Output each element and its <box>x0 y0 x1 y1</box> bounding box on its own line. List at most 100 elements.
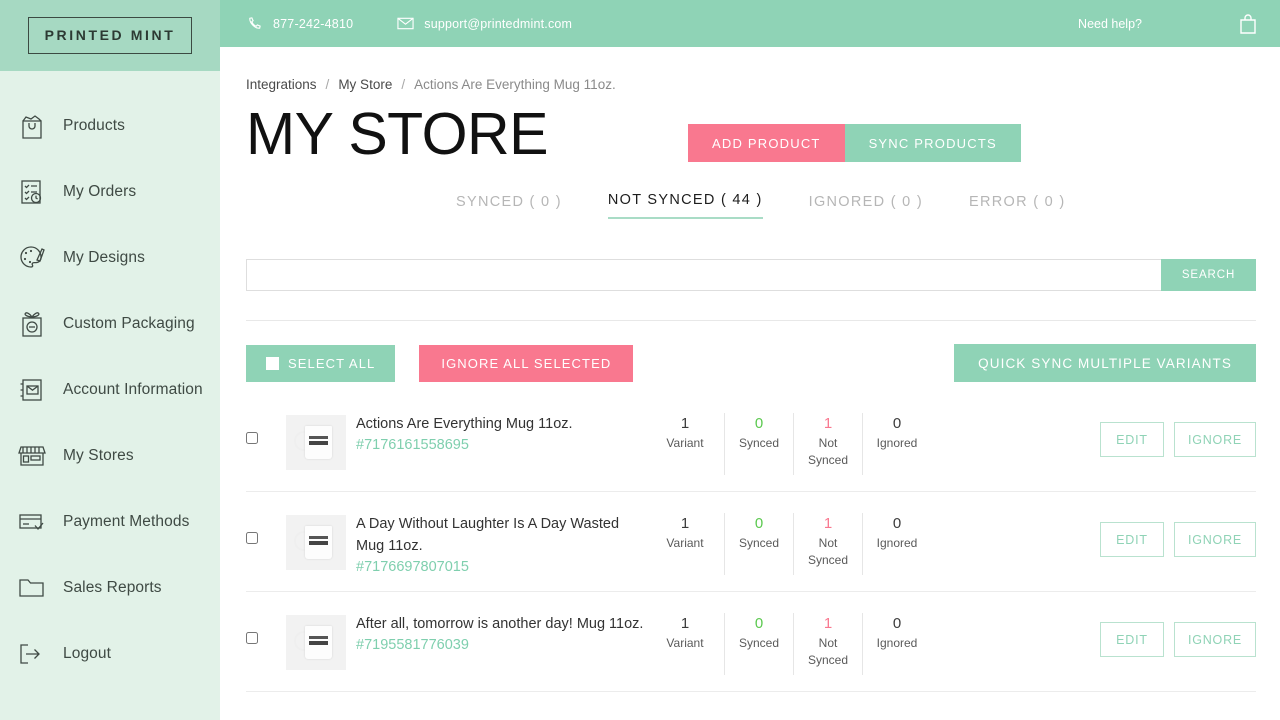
search-input[interactable] <box>246 259 1161 291</box>
page-content: Integrations / My Store / Actions Are Ev… <box>220 77 1280 692</box>
page-title: MY STORE <box>246 101 549 167</box>
stat-label: Variant <box>666 536 704 550</box>
product-info: After all, tomorrow is another day! Mug … <box>346 609 646 653</box>
stat-ignored: 0 Ignored <box>862 613 931 675</box>
search-button[interactable]: SEARCH <box>1161 259 1256 291</box>
edit-button[interactable]: EDIT <box>1100 522 1164 557</box>
sidebar-item-products[interactable]: Products <box>0 93 220 159</box>
row-checkbox[interactable] <box>246 632 258 644</box>
row-checkbox-cell <box>246 609 286 649</box>
product-name: Actions Are Everything Mug 11oz. <box>356 416 573 432</box>
row-actions: EDIT IGNORE <box>931 509 1256 557</box>
quick-sync-multiple-variants-button[interactable]: QUICK SYNC MULTIPLE VARIANTS <box>954 344 1256 382</box>
stat-value: 0 <box>754 615 764 632</box>
stat-synced: 0 Synced <box>724 413 793 475</box>
product-list: Actions Are Everything Mug 11oz. #717616… <box>246 392 1256 692</box>
sidebar-item-label: My Designs <box>63 249 145 266</box>
edit-button[interactable]: EDIT <box>1100 622 1164 657</box>
ignore-all-selected-button[interactable]: IGNORE ALL SELECTED <box>419 344 634 382</box>
stat-not-synced: 1 Not Synced <box>793 613 862 675</box>
sidebar-item-logout[interactable]: Logout <box>0 621 220 687</box>
mug-art-line <box>309 436 328 439</box>
table-row: A Day Without Laughter Is A Day Wasted M… <box>246 492 1256 592</box>
section-divider <box>246 320 1256 321</box>
product-thumbnail <box>286 515 346 570</box>
sync-products-button[interactable]: SYNC PRODUCTS <box>844 124 1021 162</box>
table-row: Actions Are Everything Mug 11oz. #717616… <box>246 392 1256 492</box>
product-name: After all, tomorrow is another day! Mug … <box>356 616 644 632</box>
brand-logo[interactable]: PRINTED MINT <box>27 17 193 54</box>
product-thumbnail <box>286 415 346 470</box>
ignore-button[interactable]: IGNORE <box>1174 522 1256 557</box>
product-stats: 1 Variant 0 Synced 1 Not Synced 0 Ignore… <box>646 409 931 475</box>
sidebar-item-payment-methods[interactable]: Payment Methods <box>0 489 220 555</box>
stat-label: Ignored <box>876 436 918 450</box>
stat-variant: 1 Variant <box>646 513 724 575</box>
sidebar-item-account-information[interactable]: Account Information <box>0 357 220 423</box>
main-area: 877-242-4810 support@printedmint.com Nee… <box>220 0 1280 720</box>
stat-value: 1 <box>680 415 690 432</box>
row-checkbox-cell <box>246 409 286 449</box>
sidebar-item-label: Custom Packaging <box>63 315 195 332</box>
row-checkbox[interactable] <box>246 532 258 544</box>
row-checkbox-cell <box>246 509 286 549</box>
need-help-link[interactable]: Need help? <box>1078 17 1142 31</box>
sidebar-item-custom-packaging[interactable]: Custom Packaging <box>0 291 220 357</box>
stat-label: Not Synced <box>807 636 849 667</box>
email-contact[interactable]: support@printedmint.com <box>397 15 572 32</box>
stat-not-synced: 1 Not Synced <box>793 413 862 475</box>
mug-art-line <box>309 441 328 445</box>
app-root: PRINTED MINT Products My Orders My Desig… <box>0 0 1280 720</box>
product-name: A Day Without Laughter Is A Day Wasted M… <box>356 516 620 554</box>
stat-label: Synced <box>738 636 780 650</box>
breadcrumb-item-integrations[interactable]: Integrations <box>246 77 317 92</box>
envelope-book-icon <box>10 372 54 408</box>
logo-band: PRINTED MINT <box>0 0 220 71</box>
product-id[interactable]: #7176161558695 <box>356 437 646 453</box>
mug-art-line <box>309 541 328 545</box>
stat-label: Variant <box>666 436 704 450</box>
phone-contact[interactable]: 877-242-4810 <box>246 15 353 32</box>
sidebar-item-my-orders[interactable]: My Orders <box>0 159 220 225</box>
add-product-button[interactable]: ADD PRODUCT <box>688 124 845 162</box>
tab-not-synced[interactable]: NOT SYNCED ( 44 ) <box>607 192 763 219</box>
shopping-bag-icon[interactable] <box>1238 13 1258 35</box>
sidebar-item-label: Products <box>63 117 125 134</box>
stat-variant: 1 Variant <box>646 613 724 675</box>
top-header-bar: 877-242-4810 support@printedmint.com Nee… <box>220 0 1280 47</box>
folder-icon <box>10 570 54 606</box>
row-checkbox[interactable] <box>246 432 258 444</box>
sidebar-item-label: Sales Reports <box>63 579 162 596</box>
sidebar-nav: Products My Orders My Designs Custom Pac… <box>0 71 220 687</box>
breadcrumb: Integrations / My Store / Actions Are Ev… <box>246 77 1256 92</box>
envelope-icon <box>397 15 414 32</box>
stat-value: 0 <box>892 415 902 432</box>
stat-value: 0 <box>892 615 902 632</box>
products-bag-icon <box>10 108 54 144</box>
support-email: support@printedmint.com <box>424 16 573 31</box>
tab-synced[interactable]: SYNCED ( 0 ) <box>456 194 562 219</box>
sidebar-item-label: Account Information <box>63 381 203 398</box>
title-row: MY STORE ADD PRODUCT SYNC PRODUCTS <box>246 102 1256 166</box>
edit-button[interactable]: EDIT <box>1100 422 1164 457</box>
stat-value: 0 <box>754 515 764 532</box>
tab-error[interactable]: ERROR ( 0 ) <box>969 194 1065 219</box>
product-id[interactable]: #7176697807015 <box>356 559 646 575</box>
stat-ignored: 0 Ignored <box>862 513 931 575</box>
breadcrumb-item-my-store[interactable]: My Store <box>338 77 392 92</box>
sidebar-item-my-stores[interactable]: My Stores <box>0 423 220 489</box>
sidebar-item-sales-reports[interactable]: Sales Reports <box>0 555 220 621</box>
stat-value: 1 <box>823 415 833 432</box>
ignore-button[interactable]: IGNORE <box>1174 422 1256 457</box>
product-info: Actions Are Everything Mug 11oz. #717616… <box>346 409 646 453</box>
mug-art-line <box>309 536 328 539</box>
sidebar: PRINTED MINT Products My Orders My Desig… <box>0 0 220 720</box>
select-all-button[interactable]: SELECT ALL <box>246 344 396 382</box>
tab-ignored[interactable]: IGNORED ( 0 ) <box>809 194 923 219</box>
sidebar-item-my-designs[interactable]: My Designs <box>0 225 220 291</box>
stat-label: Ignored <box>876 536 918 550</box>
ignore-button[interactable]: IGNORE <box>1174 622 1256 657</box>
product-id[interactable]: #7195581776039 <box>356 637 646 653</box>
breadcrumb-item-current: Actions Are Everything Mug 11oz. <box>414 77 616 92</box>
bulk-actions-row: SELECT ALL IGNORE ALL SELECTED QUICK SYN… <box>246 344 1256 382</box>
